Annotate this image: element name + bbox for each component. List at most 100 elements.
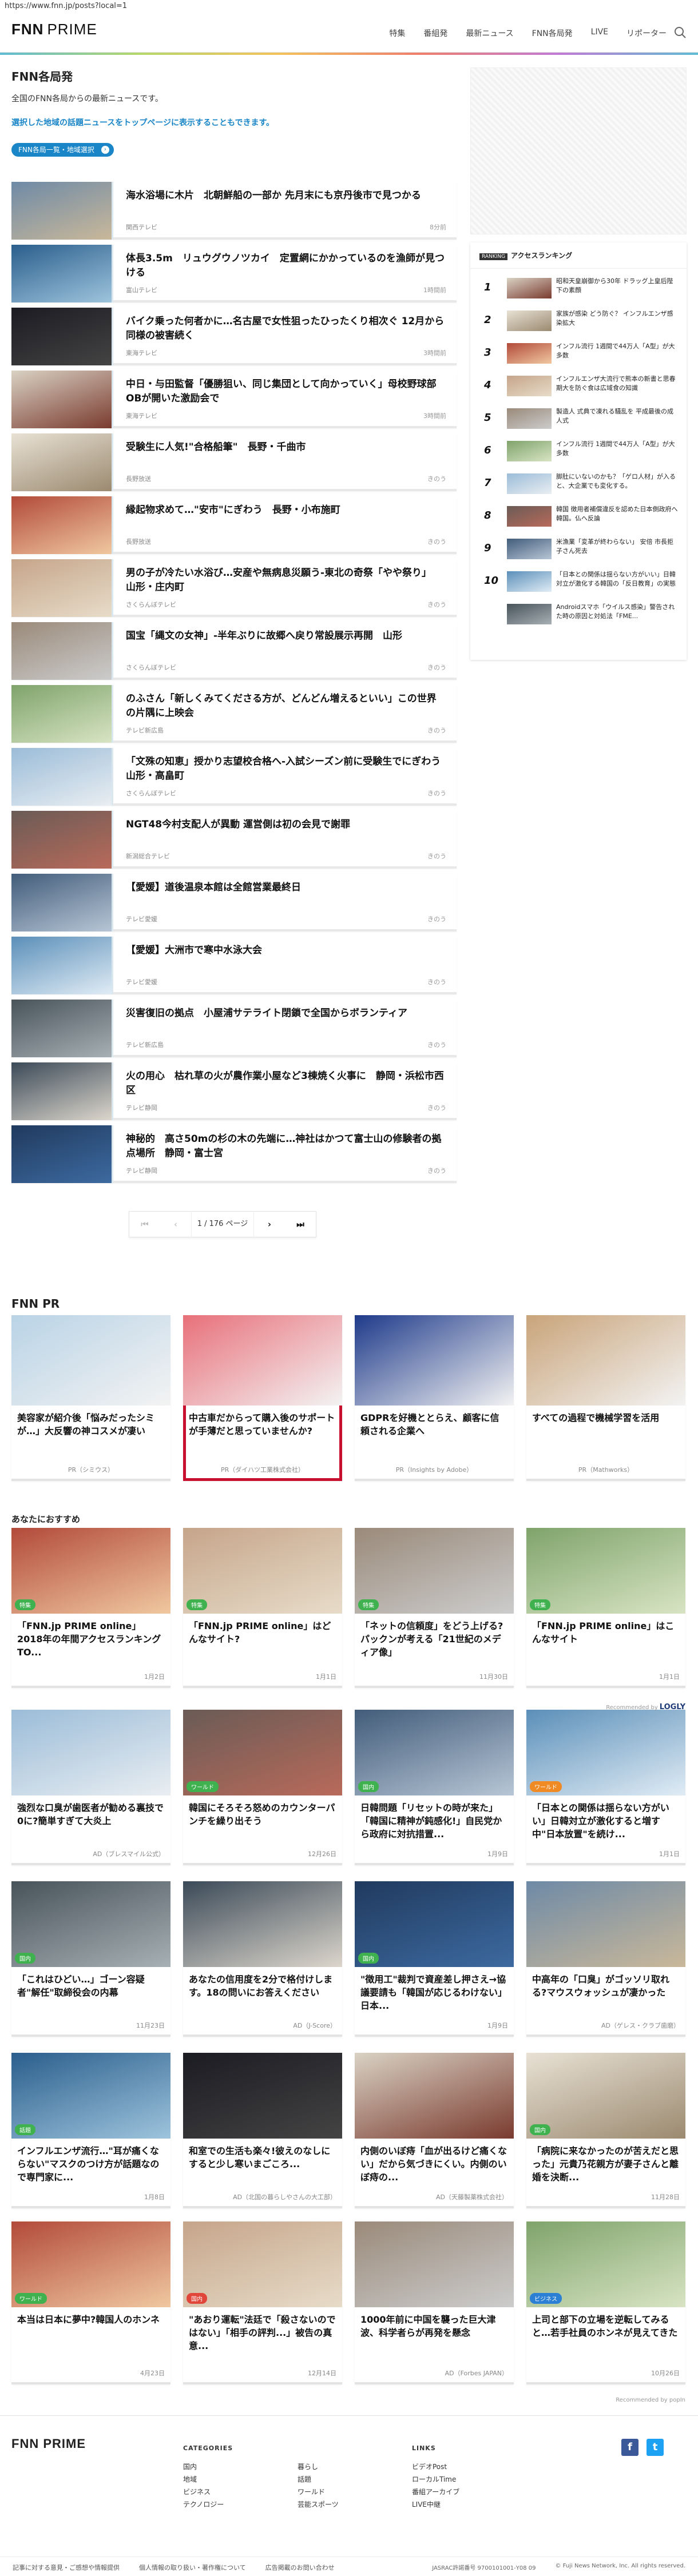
ranking-item[interactable]: 1 昭和天皇崩御から30年 ドラッグ上皇后陛下の素顔 bbox=[479, 276, 679, 301]
twitter-icon[interactable]: t bbox=[647, 2439, 664, 2456]
recommend-card[interactable]: 特集 「ネットの信頼度」をどう上げる? パックンが考える「21世紀のメディア像」… bbox=[355, 1528, 514, 1688]
rank-title: インフルエンザ大流行で熊本の新書と思春期大を防ぐ食は広域食の知識 bbox=[556, 375, 676, 392]
ranking-item[interactable]: 8 韓国 徴用者補償違反を認めた日本側政府へ 韓国。仏へ反論 bbox=[479, 504, 679, 529]
facebook-icon[interactable]: f bbox=[621, 2439, 638, 2456]
nav-latest[interactable]: 最新ニュース bbox=[466, 27, 513, 39]
news-item[interactable]: 神秘的 高さ50mの杉の木の先端に…神社はかつて富士山の修験者の拠点場所 静岡・… bbox=[11, 1125, 457, 1183]
pr-source: PR（シミウス） bbox=[68, 1466, 114, 1474]
news-item[interactable]: 中日・与田監督「優勝狙い、同じ集団として向かっていく」母校野球部OBが開いた激励… bbox=[11, 371, 457, 428]
region-select-button[interactable]: FNN各局一覧・地域選択 › bbox=[11, 143, 114, 157]
recommend-card[interactable]: 内側のいぼ痔「血が出るけど痛くない」だから気づきにくい。内側のいぼ痔の... A… bbox=[355, 2053, 514, 2208]
news-source: 東海テレビ bbox=[126, 349, 157, 357]
ad-contact-link[interactable]: 広告掲載のお問い合わせ bbox=[265, 2563, 335, 2572]
footer-link[interactable]: LIVE中継 bbox=[412, 2498, 459, 2511]
search-icon[interactable] bbox=[674, 26, 687, 39]
ranking-item[interactable]: 7 脚肚にいないのかも？「ゲロ人材」が入ると、大企業でも変化する。 bbox=[479, 471, 679, 496]
footer-link[interactable]: 芸能スポーツ bbox=[298, 2498, 412, 2511]
footer-link[interactable]: ワールド bbox=[298, 2486, 412, 2498]
pr-card[interactable]: 中古車だからって購入後のサポートが手薄だと思っていませんか? PR（ダイハツ工業… bbox=[183, 1315, 342, 1481]
recommend-title: "あおり運転"法廷で「殺さないのではない」「相手の評判...」被告の真意... bbox=[189, 2314, 336, 2352]
recommend-card[interactable]: ワールド 韓国にそろそろ怒めのカウンターパンチを繰り出そう 12月26日 bbox=[183, 1710, 342, 1865]
news-title: 体長3.5m リュウグウノツカイ 定置網にかかっているのを漁師が見つける bbox=[126, 253, 445, 278]
prev-page-button[interactable]: ‹ bbox=[160, 1219, 191, 1229]
recommend-card[interactable]: 特集 「FNN.jp PRIME online」2018年の年間アクセスランキン… bbox=[11, 1528, 170, 1688]
nav-programs[interactable]: 番組発 bbox=[423, 27, 447, 39]
news-item[interactable]: 火の用心 枯れ草の火が農作業小屋など3棟焼く火事に 静岡・浜松市西区 テレビ静岡… bbox=[11, 1062, 457, 1120]
news-item[interactable]: 海水浴場に木片 北朝鮮船の一部か 先月末にも京丹後市で見つかる 関西テレビ 8分… bbox=[11, 182, 457, 240]
footer-link[interactable]: 話題 bbox=[298, 2473, 412, 2486]
recommend-card[interactable]: あなたの信用度を2分で格付けします。18の問いにお答えください AD（J-Sco… bbox=[183, 1881, 342, 2037]
news-item[interactable]: NGT48今村支配人が異動 運営側は初の会見で謝罪 新潟総合テレビ きのう bbox=[11, 811, 457, 869]
recommend-card[interactable]: 話題 インフルエンザ流行…"耳が痛くならない"マスクのつけ方が話題なので専門家に… bbox=[11, 2053, 170, 2208]
recommend-image: 国内 bbox=[355, 1881, 514, 1967]
recommend-card[interactable]: 強烈な口臭が歯医者が勧める裏技で0に?簡単すぎて大炎上 AD（ブレスマイル公式） bbox=[11, 1710, 170, 1865]
news-item[interactable]: 体長3.5m リュウグウノツカイ 定置網にかかっているのを漁師が見つける 富山テ… bbox=[11, 245, 457, 302]
recommend-card[interactable]: 国内 "徴用工"裁判で資産差し押さえ→協議要請も「韓国が応じるわけない」 日本.… bbox=[355, 1881, 514, 2037]
footer-link[interactable]: 国内 bbox=[183, 2460, 298, 2473]
first-page-button[interactable]: ⏮ bbox=[129, 1219, 160, 1229]
footer-link[interactable]: ビジネス bbox=[183, 2486, 298, 2498]
nav-local[interactable]: FNN各局発 bbox=[532, 27, 573, 39]
feedback-link[interactable]: 記事に対する意見・ご感想や情報提供 bbox=[13, 2563, 120, 2572]
news-item[interactable]: 災害復旧の拠点 小屋浦サテライト閉鎖で全国からボランティア テレビ新広島 きのう bbox=[11, 1000, 457, 1057]
news-item[interactable]: バイク乗った何者かに…名古屋で女性狙ったひったくり相次ぐ 12月から同様の被害続… bbox=[11, 308, 457, 365]
recommend-card[interactable]: 国内 "あおり運転"法廷で「殺さないのではない」「相手の評判...」被告の真意.… bbox=[183, 2221, 342, 2384]
nav-live[interactable]: LIVE bbox=[591, 27, 608, 39]
site-logo[interactable]: FNN PRIME bbox=[11, 21, 97, 38]
news-item[interactable]: 男の子が冷たい水浴び…安産や無病息災願う-東北の奇祭「やや祭り」 山形・庄内町 … bbox=[11, 559, 457, 617]
recommend-card[interactable]: ワールド 「日本との関係は揺らない方がいい」日韓対立が激化すると増す中"日本放置… bbox=[526, 1710, 685, 1865]
ranking-item[interactable]: 10 「日本との関係は揺らない方がいい」日韓対立が激化する韓国の「反日教育」の実… bbox=[479, 569, 679, 594]
recommend-card[interactable]: 特集 「FNN.jp PRIME online」はどんなサイト? 1月1日 bbox=[183, 1528, 342, 1688]
recommend-card[interactable]: 和室での生活も楽々!彼えのなしにすると少し寒いまごころ... AD（北国の暮らし… bbox=[183, 2053, 342, 2208]
ranking-item[interactable]: 4 インフルエンザ大流行で熊本の新書と思春期大を防ぐ食は広域食の知識 bbox=[479, 373, 679, 399]
recommend-card[interactable]: 1000年前に中国を襲った巨大津波、科学者らが再発を懸念 AD（Forbes J… bbox=[355, 2221, 514, 2384]
recommend-card[interactable]: 国内 日韓問題「リセットの時が来た」「韓国に精神が鈍感化!」自民党から政府に対抗… bbox=[355, 1710, 514, 1865]
recommend-card[interactable]: 国内 「病院に来なかったのが苦えだと思った」元貴乃花親方が妻子さんと離婚を決断.… bbox=[526, 2053, 685, 2208]
footer-link[interactable]: 番組アーカイブ bbox=[412, 2486, 459, 2498]
ranking-item[interactable]: 2 家族が感染 どう防ぐ？ インフルエンザ感染拡大 bbox=[479, 308, 679, 333]
recommend-card[interactable]: 特集 「FNN.jp PRIME online」はこんなサイト 1月1日 bbox=[526, 1528, 685, 1688]
rank-number: 8 bbox=[484, 509, 491, 521]
recommend-card[interactable]: ビジネス 上司と部下の立場を逆転してみると…若手社員のホンネが見えてきた 10月… bbox=[526, 2221, 685, 2384]
pr-card[interactable]: GDPRを好機ととらえ、顧客に信頼される企業へ PR（Insights by A… bbox=[355, 1315, 514, 1481]
news-item[interactable]: 縁起物求めて…"安市"にぎわう 長野・小布施町 長野放送 きのう bbox=[11, 496, 457, 554]
footer-logo[interactable]: FNN PRIME bbox=[11, 2436, 86, 2451]
ranking-item[interactable]: 3 インフル流行 1週間で44万人「A型」が大多数 bbox=[479, 341, 679, 366]
recommend-card[interactable]: 中高年の「口臭」がゴッソリ取れる?マウスウォッシュが凄かった AD（ゲレス・クラ… bbox=[526, 1881, 685, 2037]
footer-link[interactable]: ローカルTime bbox=[412, 2473, 459, 2486]
popin-credit[interactable]: Recommended by popIn bbox=[616, 2397, 685, 2403]
news-item[interactable]: のふさん「新しくみてくださる方が、どんどん増えるといい」この世界の片隅に上映会 … bbox=[11, 685, 457, 743]
rank-thumbnail bbox=[507, 408, 552, 429]
recommend-image: 特集 bbox=[355, 1528, 514, 1614]
rank-number: 7 bbox=[484, 477, 491, 489]
category-badge: 国内 bbox=[187, 2293, 207, 2304]
pr-card[interactable]: すべての過程で機械学習を活用 PR（Mathworks） bbox=[526, 1315, 685, 1481]
next-page-button[interactable]: › bbox=[254, 1219, 285, 1229]
ranking-item[interactable]: Androidスマホ「ウイルス感染」警告された時の原因と対処法「FME... bbox=[479, 602, 679, 627]
recommend-heading: あなたにおすすめ bbox=[11, 1514, 81, 1524]
news-item[interactable]: 「文殊の知恵」授かり志望校合格へ-入試シーズン前に受験生でにぎわう 山形・高畠町… bbox=[11, 748, 457, 806]
privacy-link[interactable]: 個人情報の取り扱い・著作権について bbox=[139, 2563, 246, 2572]
address-bar[interactable]: https://www.fnn.jp/posts?local=1 bbox=[0, 0, 698, 13]
ranking-item[interactable]: 5 製造人 式典で凍れる騒乱を 平成最後の成人式 bbox=[479, 406, 679, 431]
nav-feature[interactable]: 特集 bbox=[389, 27, 405, 39]
news-item[interactable]: 【愛媛】道後温泉本館は全館営業最終日 テレビ愛媛 きのう bbox=[11, 874, 457, 931]
ranking-item[interactable]: 9 米漁業「変革が終わらない」 安倍 市長拒子さん死去 bbox=[479, 536, 679, 562]
pagination: ⏮ ‹ 1 / 176 ページ › ⏭ bbox=[129, 1211, 316, 1237]
news-item[interactable]: 受験生に人気!"合格船筆" 長野・千曲市 長野放送 きのう bbox=[11, 433, 457, 491]
pr-card[interactable]: 美容家が紹介後「悩みだったシミが…」大反響の神コスメが凄い PR（シミウス） bbox=[11, 1315, 170, 1481]
news-item[interactable]: 国宝「縄文の女神」-半年ぶりに故郷へ戻り常設展示再開 山形 さくらんぼテレビ き… bbox=[11, 622, 457, 680]
footer-link[interactable]: 地域 bbox=[183, 2473, 298, 2486]
last-page-button[interactable]: ⏭ bbox=[285, 1219, 316, 1229]
recommend-card[interactable]: 国内 「これはひどい…」ゴーン容疑者"解任"取締役会の内幕 11月23日 bbox=[11, 1881, 170, 2037]
footer-link[interactable]: テクノロジー bbox=[183, 2498, 298, 2511]
nav-reporter[interactable]: リポーター bbox=[626, 27, 667, 39]
footer-link[interactable]: 暮らし bbox=[298, 2460, 412, 2473]
recommend-card[interactable]: ワールド 本当は日本に夢中?韓国人のホンネ 4月23日 bbox=[11, 2221, 170, 2384]
news-item[interactable]: 【愛媛】大洲市で寒中水泳大会 テレビ愛媛 きのう bbox=[11, 937, 457, 994]
news-source: 長野放送 bbox=[126, 538, 151, 546]
footer-link[interactable]: ビデオPost bbox=[412, 2460, 459, 2473]
news-thumbnail bbox=[11, 433, 113, 491]
logly-credit[interactable]: Recommended by LOGLY bbox=[606, 1703, 685, 1711]
ranking-item[interactable]: 6 インフル流行 1週間で44万人「A型」が大多数 bbox=[479, 439, 679, 464]
